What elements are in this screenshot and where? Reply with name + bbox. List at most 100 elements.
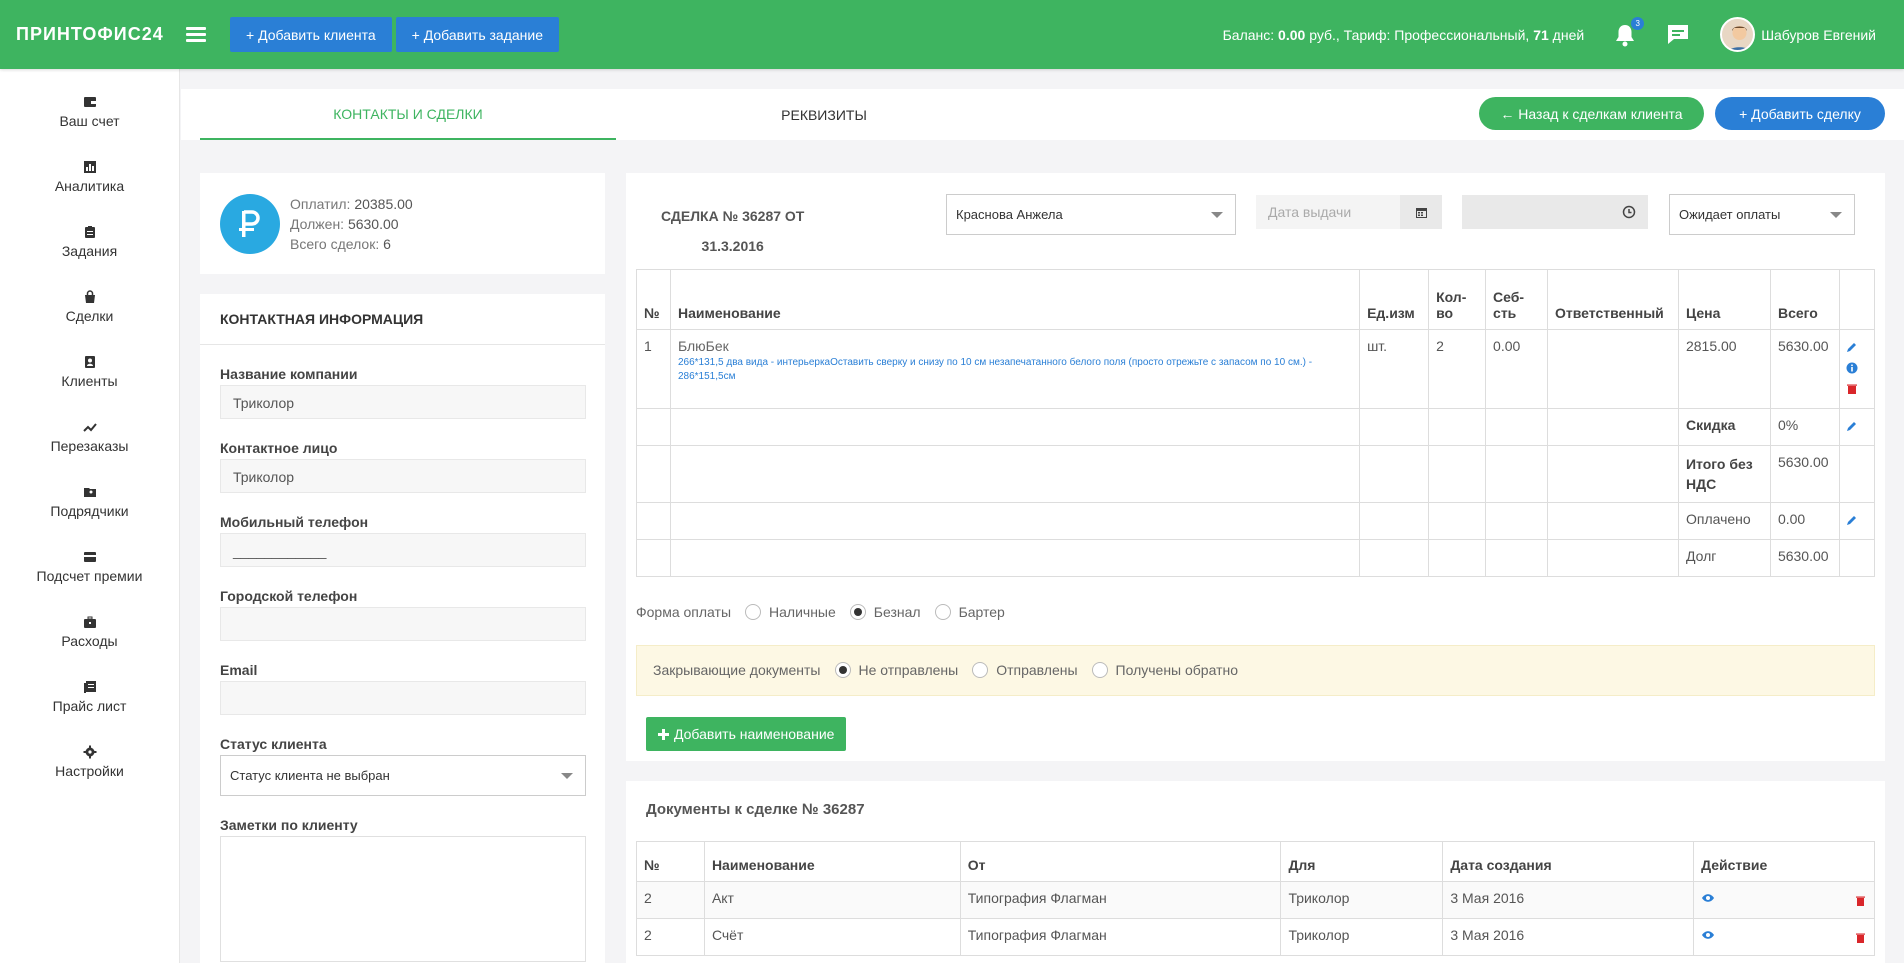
table-row: 1 БлюБек 266*131,5 два вида - интерьеркаО… [636, 329, 1876, 409]
top-bar: ПРИНТОФИС24 + Добавить клиента + Добавит… [0, 0, 1904, 69]
clipboard-icon [84, 225, 95, 238]
sidebar-item-label: Аналитика [54, 177, 125, 194]
payment-form-label: Форма оплаты [636, 604, 732, 620]
payment-cash-radio[interactable]: Наличные [745, 604, 836, 620]
contact-person-label: Контактное лицо [220, 440, 338, 456]
table-row: Итого без НДС 5630.00 [636, 445, 1876, 503]
payment-form-group: Форма оплаты Наличные Безнал Бартер [636, 604, 1005, 620]
tab-contacts-deals[interactable]: КОНТАКТЫ И СДЕЛКИ [200, 89, 616, 140]
mobile-phone-field[interactable]: ____________ [220, 533, 586, 567]
add-client-button[interactable]: + Добавить клиента [230, 17, 392, 52]
column-header: Всего [1769, 269, 1840, 330]
doc-date: 3 Мая 2016 [1442, 881, 1695, 919]
contact-person-field[interactable]: Триколор [220, 459, 586, 493]
closing-not-sent-radio[interactable]: Не отправлены [834, 662, 958, 678]
add-task-button[interactable]: + Добавить задание [395, 17, 559, 52]
notifications-bell-icon[interactable]: 3 [1614, 16, 1645, 47]
view-eye-icon[interactable] [1701, 890, 1715, 906]
app-logo[interactable]: ПРИНТОФИС24 [16, 24, 186, 45]
user-avatar[interactable] [1720, 17, 1756, 52]
client-status-value: Статус клиента не выбран [230, 768, 390, 783]
city-phone-field[interactable] [220, 607, 586, 641]
doc-num: 2 [636, 918, 705, 956]
credit-card-icon [83, 551, 96, 562]
delete-icon[interactable] [1846, 382, 1868, 398]
back-to-deals-button[interactable]: ← Назад к сделкам клиента [1479, 97, 1704, 130]
sidebar-item-account[interactable]: Ваш счет [0, 79, 179, 144]
column-header: От [959, 841, 1282, 882]
info-icon[interactable] [1846, 361, 1868, 377]
company-field[interactable]: Триколор [220, 385, 586, 419]
add-item-button[interactable]: Добавить наименование [646, 717, 847, 751]
messages-icon[interactable] [1666, 23, 1690, 47]
column-header: Для [1280, 841, 1444, 882]
issue-date-input[interactable]: Дата выдачи [1256, 195, 1400, 229]
item-price: 2815.00 [1677, 329, 1771, 409]
doc-to: Триколор [1280, 918, 1444, 956]
chevron-down-icon [1211, 212, 1223, 218]
manager-select[interactable]: Краснова Анжела [946, 194, 1236, 235]
sidebar-item-deals[interactable]: Сделки [0, 274, 179, 339]
email-field[interactable] [220, 681, 586, 715]
view-eye-icon[interactable] [1701, 927, 1715, 943]
sidebar-item-settings[interactable]: Настройки [0, 729, 179, 794]
edit-icon[interactable] [1846, 340, 1868, 356]
issue-date-field[interactable]: Дата выдачи [1256, 195, 1442, 229]
calendar-icon[interactable] [1400, 195, 1442, 229]
bag-icon [84, 289, 95, 303]
balance-value: 0.00 [1278, 26, 1306, 43]
sidebar-item-reorders[interactable]: Перезаказы [0, 404, 179, 469]
client-status-select[interactable]: Статус клиента не выбран [220, 755, 586, 796]
column-header: Наименование [703, 841, 961, 882]
payment-barter-radio[interactable]: Бартер [934, 604, 1005, 620]
closing-docs-bar: Закрывающие документы Не отправлены Отпр… [636, 645, 1875, 696]
client-notes-textarea[interactable] [220, 836, 586, 962]
edit-paid-icon[interactable] [1846, 513, 1868, 529]
sidebar-item-label: Ваш счет [59, 112, 120, 129]
client-status-label: Статус клиента [220, 736, 327, 752]
sidebar-item-tasks[interactable]: Задания [0, 209, 179, 274]
sidebar-item-contractors[interactable]: Подрядчики [0, 469, 179, 534]
edit-discount-icon[interactable] [1846, 419, 1868, 435]
sidebar-item-label: Перезаказы [50, 437, 129, 454]
tab-requisites[interactable]: РЕКВИЗИТЫ [616, 89, 1032, 140]
user-name[interactable]: Шабуров Евгений [1761, 27, 1876, 43]
sidebar-item-expenses[interactable]: Расходы [0, 599, 179, 664]
sidebar-item-label: Подсчет премии [36, 567, 143, 584]
item-responsible [1547, 329, 1679, 409]
sidebar-item-bonus[interactable]: Подсчет премии [0, 534, 179, 599]
discount-value: 0% [1769, 408, 1840, 446]
item-cost: 0.00 [1485, 329, 1548, 409]
payment-cashless-radio[interactable]: Безнал [849, 604, 921, 620]
documents-panel: Документы к сделке № 36287 № Наименовани… [626, 781, 1885, 963]
plus-icon [658, 728, 669, 740]
sidebar-item-clients[interactable]: Клиенты [0, 339, 179, 404]
column-header: Ед.изм [1359, 269, 1430, 330]
delete-icon[interactable] [1855, 894, 1866, 910]
mobile-phone-label: Мобильный телефон [220, 514, 369, 530]
menu-toggle-icon[interactable] [186, 24, 206, 45]
column-header: Кол-во [1428, 269, 1487, 330]
closing-returned-radio[interactable]: Получены обратно [1091, 662, 1238, 678]
sidebar: Ваш счет Аналитика Задания Сделки Клиент… [0, 69, 180, 963]
client-summary-card: Оплатил: 20385.00 Должен: 5630.00 Всего … [200, 173, 605, 274]
sidebar-item-label: Настройки [55, 762, 124, 779]
column-header: Цена [1677, 269, 1771, 330]
sidebar-item-pricelist[interactable]: Прайс лист [0, 664, 179, 729]
sidebar-item-analytics[interactable]: Аналитика [0, 144, 179, 209]
deal-panel: СДЕЛКА № 36287 ОТ 31.3.2016 Краснова Анж… [626, 173, 1885, 761]
item-description: 266*131,5 два вида - интерьеркаОставить … [677, 357, 1313, 382]
closing-docs-label: Закрывающие документы [653, 662, 821, 678]
issue-time-field[interactable] [1462, 195, 1648, 229]
total-no-vat-label: Итого без НДС [1677, 445, 1771, 503]
add-deal-button[interactable]: + Добавить сделку [1715, 97, 1885, 130]
paid-label: Оплатил: [290, 196, 351, 212]
table-row: Скидка 0% [636, 408, 1876, 446]
paid-value: 20385.00 [354, 196, 413, 212]
delete-icon[interactable] [1855, 931, 1866, 947]
closing-sent-radio[interactable]: Отправлены [972, 662, 1078, 678]
total-deals-value: 6 [383, 236, 391, 252]
owes-value: 5630.00 [347, 216, 399, 232]
deal-status-select[interactable]: Ожидает оплаты [1669, 194, 1855, 235]
debt-label: Долг [1677, 539, 1771, 577]
